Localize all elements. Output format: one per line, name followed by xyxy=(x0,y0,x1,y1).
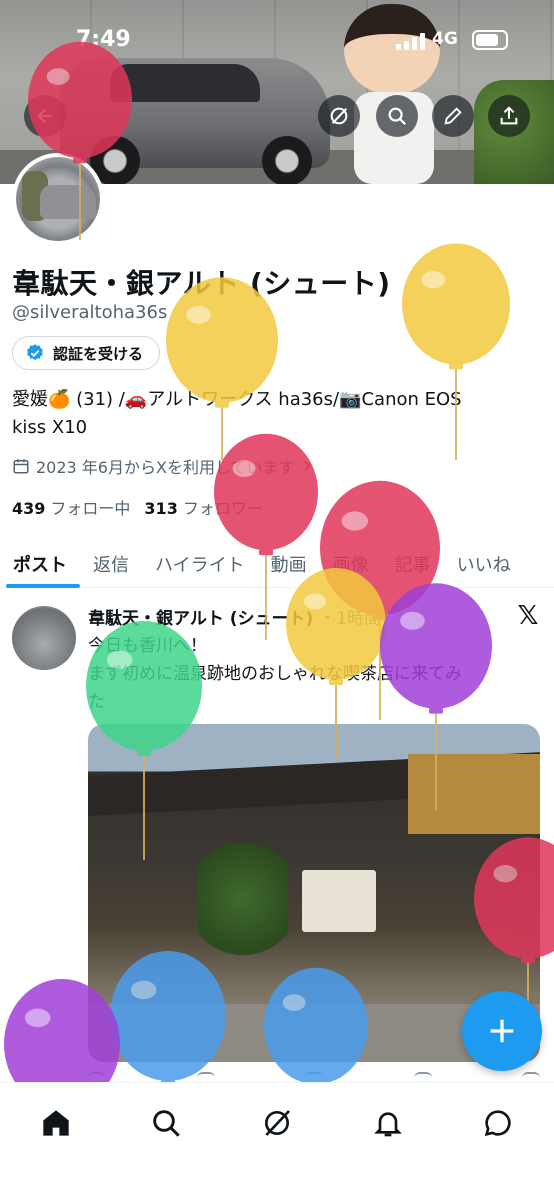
nav-messages[interactable] xyxy=(474,1099,522,1147)
nav-notifications[interactable] xyxy=(364,1099,412,1147)
network-type: 4G xyxy=(432,29,458,49)
tab-media[interactable]: 画像 xyxy=(320,540,382,588)
bio-line: kiss X10 xyxy=(12,417,88,438)
calendar-icon xyxy=(13,459,29,474)
home-icon xyxy=(43,1110,69,1136)
share-button[interactable] xyxy=(488,95,530,137)
nav-grok[interactable] xyxy=(253,1099,301,1147)
post-time: ・1時間 xyxy=(319,609,382,629)
back-arrow-icon xyxy=(37,108,53,124)
profile-name: 韋駄天・銀アルト (シュート) xyxy=(12,267,391,300)
battery-icon xyxy=(472,30,508,50)
edit-button[interactable] xyxy=(432,95,474,137)
nav-search[interactable] xyxy=(142,1099,190,1147)
image-sign xyxy=(302,870,376,932)
follow-counts: 439 フォロー中 313 フォロワー xyxy=(12,495,263,519)
post-text: 今日も香川へ！ まず初めに温泉跡地のおしゃれな喫茶店に来てみ た xyxy=(88,632,538,716)
post-author[interactable]: 韋駄天・銀アルト (シュート) xyxy=(88,604,313,629)
bottom-nav xyxy=(0,1082,554,1200)
messages-icon xyxy=(484,1110,511,1137)
tab-articles[interactable]: 記事 xyxy=(382,540,444,588)
bio-line: 愛媛🍊 (31) /🚗アルトワークス ha36s/📷Canon EOS xyxy=(12,389,462,410)
get-verified-label: 認証を受ける xyxy=(53,344,144,363)
grok-icon xyxy=(265,1110,290,1136)
post-header: 韋駄天・銀アルト (シュート) ・1時間 xyxy=(88,604,381,629)
compose-button[interactable] xyxy=(462,991,542,1071)
nav-home[interactable] xyxy=(32,1099,80,1147)
grok-button[interactable] xyxy=(318,95,360,137)
profile-avatar[interactable] xyxy=(12,153,104,245)
banner-car-wheel xyxy=(262,136,312,184)
profile-handle: @silveraltoha36s xyxy=(12,302,168,323)
following-link[interactable]: 439 フォロー中 xyxy=(12,495,130,519)
search-button[interactable] xyxy=(376,95,418,137)
tab-likes[interactable]: いいね xyxy=(444,540,524,588)
plus-icon xyxy=(490,1019,514,1043)
edit-icon xyxy=(444,107,462,125)
get-verified-button[interactable]: 認証を受ける xyxy=(12,336,161,370)
profile-bio: 愛媛🍊 (31) /🚗アルトワークス ha36s/📷Canon EOS kiss… xyxy=(12,386,532,442)
post-text-line: まず初めに温泉跡地のおしゃれな喫茶店に来てみ xyxy=(88,664,462,684)
status-bar: 7:49 4G xyxy=(0,24,554,58)
following-count: 439 xyxy=(12,499,46,518)
search-icon xyxy=(153,1110,180,1137)
grok-icon xyxy=(330,107,348,125)
notifications-icon xyxy=(374,1112,402,1137)
back-button[interactable] xyxy=(24,95,66,137)
profile-tabs: ポスト 返信 ハイライト 動画 画像 記事 いいね xyxy=(0,540,554,588)
followers-link[interactable]: 313 フォロワー xyxy=(144,495,262,519)
joined-date[interactable]: 2023 年6月からXを利用しています xyxy=(12,454,314,478)
image-tree xyxy=(198,834,288,964)
followers-label: フォロワー xyxy=(182,499,263,518)
verified-badge-icon xyxy=(27,344,43,361)
signal-icon xyxy=(396,32,426,50)
search-icon xyxy=(388,107,407,126)
chevron-right-icon xyxy=(304,460,311,472)
status-time: 7:49 xyxy=(76,27,131,52)
banner-car-window xyxy=(110,64,260,102)
post-text-line: た xyxy=(88,692,105,712)
joined-label: 2023 年6月からXを利用しています xyxy=(36,458,295,477)
tab-highlights[interactable]: ハイライト xyxy=(142,540,258,588)
post-avatar[interactable] xyxy=(12,606,76,670)
tab-posts[interactable]: ポスト xyxy=(0,540,80,588)
followers-count: 313 xyxy=(144,499,178,518)
tab-replies[interactable]: 返信 xyxy=(80,540,142,588)
image-wall xyxy=(408,754,540,834)
post-text-line: 今日も香川へ！ xyxy=(88,636,207,656)
x-logo-icon: 𝕏 xyxy=(517,601,539,631)
share-icon xyxy=(500,106,518,125)
following-label: フォロー中 xyxy=(50,499,131,518)
avatar-car xyxy=(40,185,96,219)
tab-videos[interactable]: 動画 xyxy=(258,540,320,588)
